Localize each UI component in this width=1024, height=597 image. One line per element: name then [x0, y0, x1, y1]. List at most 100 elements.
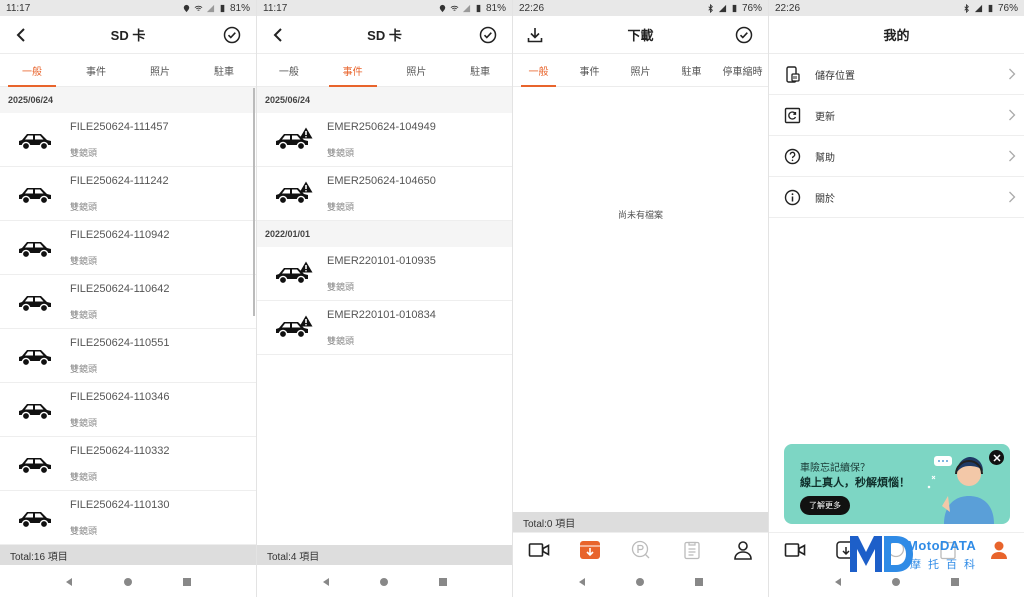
tab-event[interactable]: 事件: [564, 54, 615, 86]
list-item[interactable]: FILE250624-111457 雙鏡頭: [0, 113, 256, 167]
thumbnail: [0, 275, 70, 329]
list-item[interactable]: EMER220101-010834 雙鏡頭: [257, 301, 512, 355]
nav-recents-button[interactable]: [692, 575, 706, 589]
file-name: FILE250624-111242: [70, 174, 169, 187]
system-nav-bar: [513, 567, 768, 597]
event-list: 2025/06/24 EMER250624-104949 雙鏡頭 EMER250624…: [257, 87, 512, 355]
nav-recents-button[interactable]: [948, 575, 962, 589]
file-name: EMER220101-010834: [327, 308, 436, 321]
status-time: 11:17: [263, 2, 288, 14]
file-name: FILE250624-110346: [70, 390, 170, 403]
circle-home-icon: [636, 578, 645, 586]
battery-icon: [476, 4, 481, 12]
back-button[interactable]: [261, 16, 297, 54]
app-header: 下載: [513, 16, 768, 54]
list-item[interactable]: EMER250624-104650 雙鏡頭: [257, 167, 512, 221]
tab-parking[interactable]: 駐車: [192, 54, 256, 86]
signal-icon: [974, 4, 983, 12]
status-bar: 22:26 76%: [513, 0, 768, 16]
select-button[interactable]: [726, 16, 762, 54]
menu-item-storage[interactable]: 儲存位置: [769, 54, 1024, 95]
list-item[interactable]: EMER220101-010935 雙鏡頭: [257, 247, 512, 301]
list-item[interactable]: FILE250624-110130 雙鏡頭: [0, 491, 256, 545]
warning-icon: [299, 315, 313, 326]
nav-back-button[interactable]: [62, 575, 76, 589]
warning-icon: [299, 181, 313, 192]
scrollbar[interactable]: [253, 88, 255, 316]
list-item[interactable]: FILE250624-111242 雙鏡頭: [0, 167, 256, 221]
promo-close-button[interactable]: [989, 450, 1004, 465]
bluetooth-icon: [708, 3, 713, 13]
nav-parking-button[interactable]: [629, 539, 653, 561]
tab-general[interactable]: 一般: [0, 54, 64, 87]
triangle-back-icon: [323, 578, 330, 586]
nav-download-button[interactable]: [578, 539, 602, 561]
battery-percent: 81%: [229, 2, 250, 14]
list-item[interactable]: FILE250624-110642 雙鏡頭: [0, 275, 256, 329]
update-icon: [784, 107, 800, 123]
list-item[interactable]: FILE250624-110942 雙鏡頭: [0, 221, 256, 275]
camera-mode: 雙鏡頭: [70, 201, 98, 212]
nav-back-button[interactable]: [831, 575, 845, 589]
file-name: FILE250624-110130: [70, 498, 170, 511]
nav-back-button[interactable]: [319, 575, 333, 589]
menu-item-about[interactable]: 關於: [769, 177, 1024, 218]
battery-percent: 81%: [485, 2, 506, 14]
nav-home-button[interactable]: [377, 575, 391, 589]
menu-item-help[interactable]: 幫助: [769, 136, 1024, 177]
tab-general[interactable]: 一般: [257, 54, 321, 86]
car-icon: [19, 133, 51, 150]
watermark-text-zh: 摩托百科: [910, 559, 982, 571]
square-recents-icon: [438, 578, 447, 586]
tab-timelapse[interactable]: 停車縮時: [717, 54, 768, 86]
learn-more-button[interactable]: 了解更多: [800, 496, 850, 515]
nav-recents-button[interactable]: [180, 575, 194, 589]
watermark-text-en: MotoDATA: [907, 538, 977, 553]
battery-percent: 76%: [997, 2, 1018, 14]
nav-clipboard-button[interactable]: [680, 539, 704, 561]
app-header: SD 卡: [257, 16, 512, 54]
tab-event[interactable]: 事件: [64, 54, 128, 86]
back-button[interactable]: [4, 16, 40, 54]
car-icon: [19, 349, 51, 366]
signal-icon: [718, 4, 727, 12]
list-item[interactable]: FILE250624-110346 雙鏡頭: [0, 383, 256, 437]
nav-recents-button[interactable]: [436, 575, 450, 589]
nav-home-button[interactable]: [633, 575, 647, 589]
tab-event[interactable]: 事件: [321, 54, 385, 87]
camera-mode: 雙鏡頭: [70, 147, 98, 158]
tab-photo[interactable]: 照片: [385, 54, 449, 86]
location-icon: [183, 4, 190, 12]
camera-mode: 雙鏡頭: [70, 363, 98, 374]
list-item[interactable]: EMER250624-104949 雙鏡頭: [257, 113, 512, 167]
tab-parking[interactable]: 駐車: [448, 54, 512, 86]
bottom-nav: [513, 532, 768, 566]
menu-item-update[interactable]: 更新: [769, 95, 1024, 136]
select-button[interactable]: [470, 16, 506, 54]
nav-profile-button[interactable]: [731, 539, 755, 561]
nav-back-button[interactable]: [575, 575, 589, 589]
nav-home-button[interactable]: [121, 575, 135, 589]
menu-label: 關於: [815, 193, 835, 205]
promo-banner[interactable]: 車險忘記續保？ 線上真人，秒解煩惱！ 了解更多: [784, 444, 1010, 524]
nav-home-button[interactable]: [889, 575, 903, 589]
nav-video-button[interactable]: [527, 539, 551, 561]
info-icon: [784, 189, 800, 205]
thumbnail: [0, 491, 70, 545]
nav-video-button[interactable]: [783, 539, 807, 561]
list-item[interactable]: FILE250624-110332 雙鏡頭: [0, 437, 256, 491]
select-button[interactable]: [214, 16, 250, 54]
camera-mode: 雙鏡頭: [327, 281, 355, 292]
download-button[interactable]: [517, 16, 553, 54]
status-bar: 22:26 76%: [769, 0, 1024, 16]
thumbnail: [257, 301, 327, 355]
square-recents-icon: [182, 578, 191, 586]
tab-photo[interactable]: 照片: [128, 54, 192, 86]
tab-parking[interactable]: 駐車: [666, 54, 717, 86]
square-recents-icon: [694, 578, 703, 586]
tab-general[interactable]: 一般: [513, 54, 564, 87]
signal-icon: [206, 4, 215, 12]
list-item[interactable]: FILE250624-110551 雙鏡頭: [0, 329, 256, 383]
tab-photo[interactable]: 照片: [615, 54, 666, 86]
panel-my-account: 22:26 76% 我的 儲存位置 更新 幫助 關於 車險忘記續保？ 線上真人，…: [768, 0, 1024, 597]
